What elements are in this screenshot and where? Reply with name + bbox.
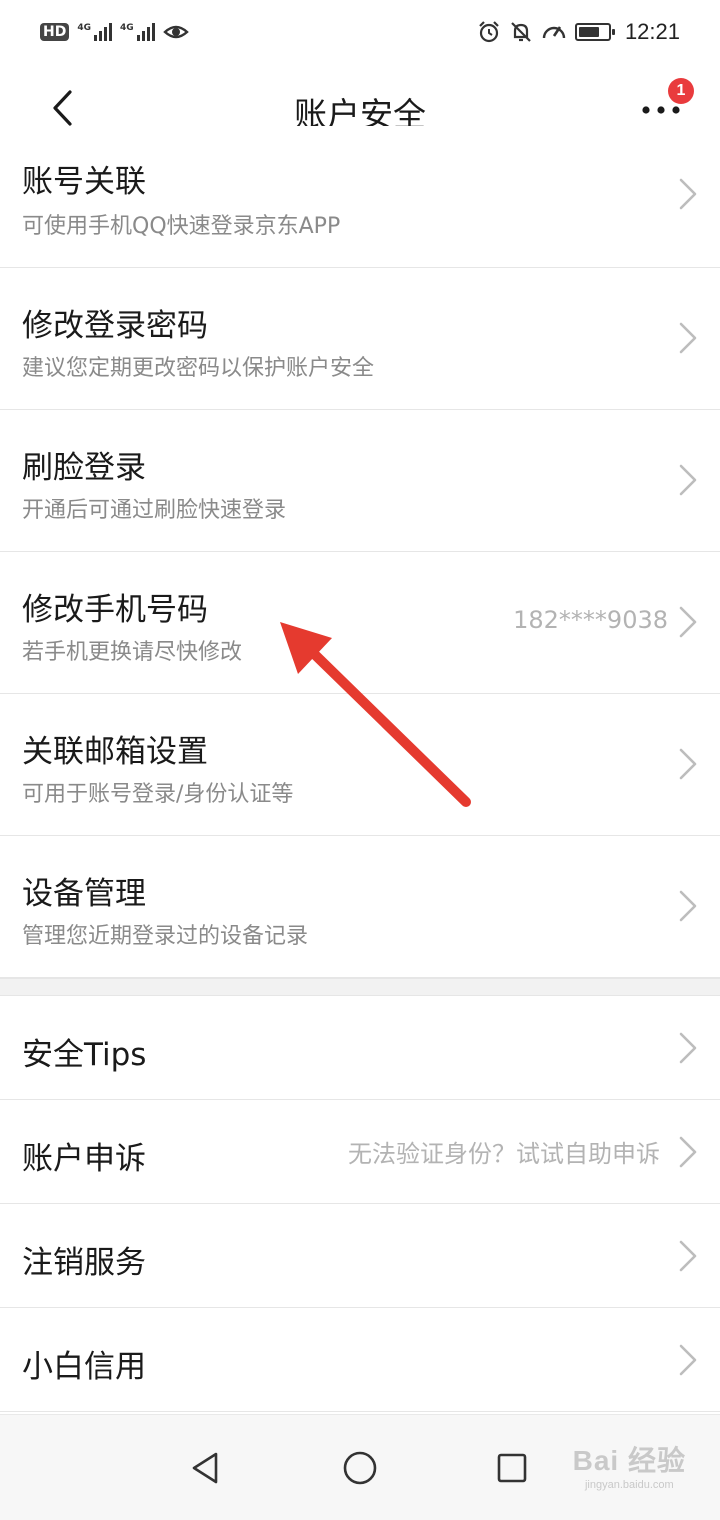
list-item-face-login[interactable]: 刷脸登录 开通后可通过刷脸快速登录 xyxy=(0,410,720,552)
notification-badge: 1 xyxy=(668,78,694,104)
list-item-account-appeal[interactable]: 账户申诉 无法验证身份？试试自助申诉 xyxy=(0,1100,720,1204)
row-title: 修改登录密码 xyxy=(22,308,208,344)
speed-icon xyxy=(542,26,566,39)
phone-number-value: 182****9038 xyxy=(513,606,668,634)
list-item-change-phone[interactable]: 修改手机号码 若手机更换请尽快修改 182****9038 xyxy=(0,552,720,694)
system-back-button[interactable] xyxy=(180,1443,230,1493)
hd-icon: HD xyxy=(40,23,70,41)
chevron-right-icon xyxy=(679,890,697,922)
chevron-right-icon xyxy=(679,606,697,638)
row-title: 注销服务 xyxy=(22,1245,146,1281)
status-left: HD 4G 4G xyxy=(40,22,189,42)
system-recent-button[interactable] xyxy=(487,1443,537,1493)
row-title: 账户申诉 xyxy=(22,1141,146,1177)
signal-icon: 4G xyxy=(77,23,112,41)
row-title: 小白信用 xyxy=(22,1349,146,1385)
circle-home-icon xyxy=(343,1451,377,1485)
system-nav-bar: Bai 经验 jingyan.baidu.com xyxy=(0,1414,720,1520)
chevron-right-icon xyxy=(679,464,697,496)
system-home-button[interactable] xyxy=(335,1443,385,1493)
chevron-right-icon xyxy=(679,748,697,780)
list-item-cancel-service[interactable]: 注销服务 xyxy=(0,1204,720,1308)
list-item-account-link[interactable]: 账号关联 可使用手机QQ快速登录京东APP xyxy=(0,126,720,268)
more-dots-icon xyxy=(642,106,680,114)
list-item-xiaobai-credit[interactable]: 小白信用 xyxy=(0,1308,720,1412)
row-title: 关联邮箱设置 xyxy=(22,734,208,770)
row-title: 账号关联 xyxy=(22,164,146,200)
battery-icon xyxy=(574,23,615,41)
square-recent-icon xyxy=(497,1453,527,1483)
status-right: 12:21 xyxy=(477,19,680,45)
row-subtitle: 若手机更换请尽快修改 xyxy=(22,640,243,665)
list-item-security-tips[interactable]: 安全Tips xyxy=(0,996,720,1100)
chevron-right-icon xyxy=(679,322,697,354)
row-title: 设备管理 xyxy=(22,876,146,912)
chevron-right-icon xyxy=(679,1344,697,1376)
chevron-right-icon xyxy=(679,1032,697,1064)
row-subtitle: 可使用手机QQ快速登录京东APP xyxy=(22,214,341,239)
signal-icon-2: 4G xyxy=(120,23,155,41)
chevron-right-icon xyxy=(679,178,697,210)
row-subtitle: 管理您近期登录过的设备记录 xyxy=(22,924,309,949)
baidu-watermark: Bai 经验 jingyan.baidu.com xyxy=(573,1439,686,1491)
list-item-device-management[interactable]: 设备管理 管理您近期登录过的设备记录 xyxy=(0,836,720,978)
row-subtitle: 建议您定期更改密码以保护账户安全 xyxy=(22,356,375,381)
eye-icon xyxy=(162,25,189,39)
settings-list: 账号关联 可使用手机QQ快速登录京东APP 修改登录密码 建议您定期更改密码以保… xyxy=(0,126,720,1412)
chevron-right-icon xyxy=(679,1136,697,1168)
alarm-icon xyxy=(479,21,499,43)
row-subtitle: 可用于账号登录/身份认证等 xyxy=(22,782,294,807)
watermark-sub: jingyan.baidu.com xyxy=(584,1479,674,1491)
bell-off-icon xyxy=(511,22,531,42)
row-title: 安全Tips xyxy=(22,1037,147,1073)
list-item-change-password[interactable]: 修改登录密码 建议您定期更改密码以保护账户安全 xyxy=(0,268,720,410)
section-divider xyxy=(0,978,720,996)
row-title: 修改手机号码 xyxy=(22,592,208,628)
row-subtitle: 开通后可通过刷脸快速登录 xyxy=(22,498,287,523)
watermark-main: Bai 经验 xyxy=(572,1445,686,1476)
triangle-back-icon xyxy=(192,1452,218,1484)
row-title: 刷脸登录 xyxy=(22,450,146,486)
status-bar: HD 4G 4G 12:21 xyxy=(0,0,720,64)
status-time: 12:21 xyxy=(624,19,680,44)
chevron-right-icon xyxy=(679,1240,697,1272)
appeal-hint-value: 无法验证身份？试试自助申诉 xyxy=(348,1140,660,1168)
list-item-email-settings[interactable]: 关联邮箱设置 可用于账号登录/身份认证等 xyxy=(0,694,720,836)
